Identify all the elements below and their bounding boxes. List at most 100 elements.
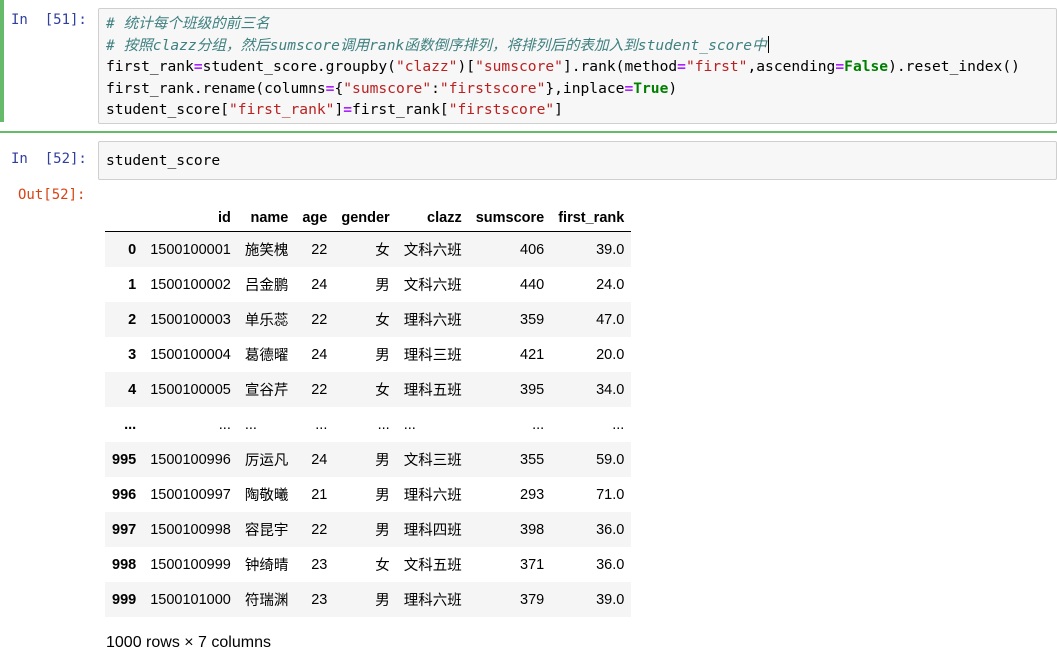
table-cell: 施笑槐: [244, 243, 289, 259]
table-cell: 23: [311, 591, 328, 608]
code-token: first_rank.rename(columns: [106, 79, 326, 97]
table-cell: 符瑞渊: [244, 593, 289, 609]
code-token: "first_rank": [229, 101, 335, 118]
column-header: clazz: [396, 205, 469, 232]
table-cell: 1500100002: [150, 276, 231, 293]
table-cell: ...: [315, 416, 328, 433]
code-token: # 按照clazz分组，然后sumscore调用rank函数倒序排列，将排列后的…: [106, 36, 767, 54]
table-cell: ...: [218, 416, 231, 433]
table-cell: 24: [311, 276, 328, 293]
table-cell: 理科三班: [403, 348, 462, 364]
code-token: =: [343, 101, 353, 118]
table-cell: 23: [311, 556, 328, 573]
table-cell: 理科六班: [403, 593, 462, 609]
table-cell: 1500100996: [150, 451, 231, 468]
table-cell: 20.0: [596, 346, 625, 363]
table-cell: ...: [377, 416, 390, 433]
table-cell: 36.0: [596, 556, 625, 573]
table-cell: 1500100997: [150, 486, 231, 503]
table-cell: 398: [520, 521, 545, 538]
table-cell: 39.0: [596, 241, 625, 258]
code-editor[interactable]: student_score: [98, 141, 1057, 180]
code-token: False: [844, 58, 889, 75]
code-token: )[: [457, 58, 476, 75]
table-cell: 36.0: [596, 521, 625, 538]
table-cell: 371: [520, 556, 545, 573]
code-token: True: [633, 79, 669, 97]
row-index: ...: [124, 416, 137, 433]
table-cell: 293: [520, 486, 545, 503]
code-token: =: [193, 58, 203, 75]
table-cell: 1500100003: [150, 311, 231, 328]
table-row: 998 1500100999 钟绮晴 23 女文科五班 371 36.0: [105, 547, 631, 582]
table-cell: 22: [311, 521, 328, 538]
row-index: 997: [112, 521, 137, 538]
table-row: 995 1500100996 厉运凡 24 男文科三班 355 59.0: [105, 442, 632, 477]
code-token: "firstscore": [448, 101, 555, 118]
table-cell: 女: [375, 313, 390, 329]
table-row: 996 1500100997 陶敬曦 21 男理科六班 293 71.0: [105, 477, 631, 512]
table-cell: 男: [375, 453, 390, 469]
table-cell: ...: [403, 416, 416, 433]
code-line: first_rank=student_score.groupby("clazz"…: [106, 56, 1020, 77]
table-cell: 1500101000: [150, 591, 231, 608]
table-cell: 22: [311, 241, 328, 258]
table-cell: 379: [520, 591, 545, 608]
table-cell: 女: [375, 243, 390, 259]
table-cell: 葛德曜: [244, 348, 289, 364]
code-token: "firstscore": [439, 79, 546, 97]
table-cell: 男: [375, 278, 390, 294]
table-cell: 1500100005: [150, 381, 231, 398]
table-cell: 男: [375, 523, 390, 539]
code-token: "sumscore": [343, 79, 432, 97]
table-row: 4 1500100005 宣谷芹 22 女理科五班 395 34.0: [105, 372, 632, 407]
table-row: 999 1500101000 符瑞渊 23 男理科六班 379 39.0: [105, 582, 632, 617]
code-editor[interactable]: # 统计每个班级的前三名 # 按照clazz分组，然后sumscore调用rank…: [98, 8, 1057, 124]
table-cell: 24.0: [596, 276, 625, 293]
table-cell: 男: [375, 348, 390, 364]
column-header: id: [143, 205, 238, 232]
table-cell: ...: [532, 416, 545, 433]
table-cell: 男: [375, 488, 390, 504]
row-index: 2: [128, 311, 137, 328]
table-cell: 1500100004: [150, 346, 231, 363]
text-cursor: [767, 35, 769, 53]
table-cell: 吕金鹏: [244, 278, 289, 294]
row-index: 998: [112, 556, 137, 573]
code-token: "first": [685, 58, 748, 75]
row-index: 0: [128, 241, 137, 258]
table-header-row: id name age gender clazz sumscore first_rank: [105, 205, 632, 232]
row-index: 3: [128, 346, 137, 363]
table-cell: 文科三班: [403, 453, 462, 469]
table-cell: 355: [520, 451, 545, 468]
table-cell: 理科六班: [403, 313, 462, 329]
table-cell: 47.0: [596, 311, 625, 328]
code-token: },inplace: [545, 79, 625, 97]
table-cell: ...: [612, 416, 625, 433]
table-cell: 39.0: [596, 591, 625, 608]
table-row: 0 1500100001 施笑槐 22 女文科六班 406 39.0: [105, 231, 632, 267]
table-cell: 421: [520, 346, 545, 363]
cell-selection-bar: [0, 0, 4, 122]
table-cell: 女: [375, 383, 390, 399]
column-header: age: [295, 205, 335, 232]
code-cell-51[interactable]: In [51]: # 统计每个班级的前三名 # 按照clazz分组，然后sumsc…: [0, 0, 1057, 124]
code-line: # 统计每个班级的前三名: [106, 13, 270, 34]
table-row: 997 1500100998 容昆宇 22 男理科四班 398 36.0: [105, 512, 632, 547]
table-cell: 34.0: [596, 381, 625, 398]
cell-divider: [0, 131, 1057, 133]
table-cell: 22: [311, 311, 328, 328]
output-prompt: Out[52]:: [18, 187, 86, 203]
table-cell: 陶敬曦: [244, 488, 289, 504]
code-token: =: [677, 58, 686, 75]
code-token: ]: [334, 101, 344, 118]
table-cell: 厉运凡: [244, 453, 289, 469]
code-token: {: [334, 79, 344, 97]
row-index: 995: [112, 451, 137, 468]
column-header: name: [237, 205, 296, 232]
table-cell: 理科四班: [403, 523, 462, 539]
table-cell: 21: [311, 486, 328, 503]
table-row: 3 1500100004 葛德曜 24 男理科三班 421 20.0: [105, 337, 631, 372]
input-prompt: In [52]:: [11, 151, 87, 167]
table-cell: 71.0: [596, 486, 625, 503]
